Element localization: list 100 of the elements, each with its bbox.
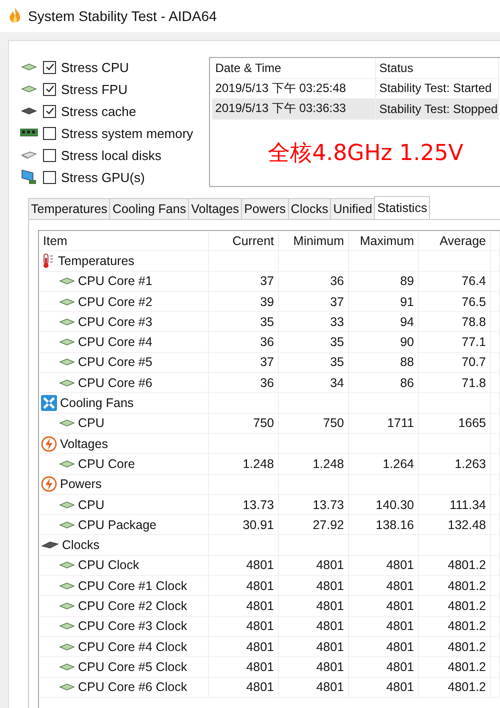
sensor-chip-icon	[59, 419, 75, 428]
sensor-label[interactable]: CPU Core	[78, 456, 135, 471]
table-cell: 34	[279, 373, 349, 392]
tab[interactable]: Unified	[330, 198, 376, 219]
table-cell: 89	[349, 272, 419, 291]
table-cell: 4801	[279, 657, 349, 677]
sensor-label[interactable]: CPU Core #3	[78, 314, 152, 329]
table-cell: Stability Test: Started	[376, 78, 499, 98]
sensor-label[interactable]: CPU Clock	[78, 558, 140, 572]
sensor-label[interactable]: CPU	[78, 416, 104, 430]
table-cell: 4801	[349, 576, 419, 596]
table-cell: 71.8	[419, 373, 491, 392]
table-cell: 4801.2	[419, 556, 491, 576]
sensor-label[interactable]: CPU Core #2 Clock	[78, 598, 188, 613]
table-cell: 76.5	[419, 292, 491, 312]
group-label[interactable]: Temperatures	[58, 254, 134, 268]
column-header[interactable]: Minimum	[279, 231, 349, 250]
table-cell: 750	[279, 414, 349, 433]
table-cell: 4801	[209, 636, 279, 656]
sensor-label[interactable]: CPU Package	[78, 518, 157, 532]
table-cell: 111.34	[419, 494, 491, 514]
sensor-label[interactable]: CPU Core #2	[78, 294, 152, 309]
window-title: System Stability Test - AIDA64	[28, 8, 217, 24]
sensor-label[interactable]: CPU Core #3 Clock	[78, 619, 188, 634]
sensor-chip-icon	[59, 520, 75, 529]
tab[interactable]: Statistics	[374, 196, 430, 219]
checkbox[interactable]	[43, 82, 56, 96]
checkbox[interactable]	[43, 60, 56, 74]
table-cell: 35	[279, 332, 349, 352]
checkbox[interactable]	[43, 104, 56, 118]
table-cell: 1.248	[279, 454, 349, 474]
sensor-label[interactable]: CPU Core #5	[78, 355, 152, 370]
checkbox-label[interactable]: Stress local disks	[61, 148, 162, 162]
table-cell: 1.263	[419, 454, 491, 474]
sensor-chip-icon	[59, 460, 75, 468]
checkbox[interactable]	[43, 148, 56, 162]
column-header[interactable]: Average	[419, 231, 491, 250]
table-cell: 91	[349, 292, 419, 312]
table-cell: 1665	[419, 414, 491, 433]
table-cell: 132.48	[419, 515, 491, 534]
table-cell: 94	[349, 312, 419, 332]
column-header[interactable]: Date & Time	[212, 58, 376, 78]
sensor-chip-icon	[59, 298, 75, 306]
column-header[interactable]: Item	[39, 231, 209, 250]
table-cell: 4801	[349, 596, 419, 616]
table-cell: 4801.2	[419, 576, 491, 596]
column-header[interactable]: Current	[209, 231, 279, 250]
group-label[interactable]: Voltages	[60, 436, 108, 451]
sensor-label[interactable]: CPU Core #5 Clock	[78, 660, 188, 674]
table-cell: 4801	[209, 616, 279, 636]
checkbox[interactable]	[43, 126, 56, 140]
table-cell: 2019/5/13 下午 03:36:33	[212, 99, 376, 118]
table-cell: 4801	[209, 678, 279, 697]
table-cell: 36	[209, 332, 279, 352]
table-cell: 36	[279, 272, 349, 291]
sensor-label[interactable]: CPU Core #4 Clock	[78, 640, 188, 654]
sensor-label[interactable]: CPU Core #1	[78, 274, 152, 288]
checkbox-label[interactable]: Stress CPU	[61, 60, 129, 74]
checkbox-label[interactable]: Stress GPU(s)	[61, 170, 145, 184]
table-cell: 1.248	[209, 454, 279, 474]
table-cell: 88	[349, 352, 419, 372]
table-cell: 37	[209, 272, 279, 291]
sensor-label[interactable]: CPU Core #6	[78, 376, 152, 390]
tab[interactable]: Cooling Fans	[109, 198, 190, 219]
column-header[interactable]: Status	[376, 58, 499, 78]
sensor-chip-icon	[59, 662, 75, 671]
tab[interactable]: Temperatures	[28, 198, 110, 219]
table-cell: 4801	[349, 616, 419, 636]
group-label[interactable]: Clocks	[62, 538, 100, 552]
sensor-chip-icon	[59, 338, 75, 346]
sensor-chip-icon	[59, 582, 75, 590]
checkbox-label[interactable]: Stress cache	[61, 104, 136, 118]
table-cell: 4801	[349, 657, 419, 677]
tab[interactable]: Clocks	[288, 198, 332, 219]
sensor-label[interactable]: CPU Core #4	[78, 335, 152, 350]
checkbox[interactable]	[43, 170, 56, 184]
sensor-label[interactable]: CPU Core #1 Clock	[78, 578, 188, 593]
table-cell: 76.4	[419, 272, 491, 291]
sensor-label[interactable]: CPU	[78, 498, 104, 512]
group-label[interactable]: Cooling Fans	[60, 396, 134, 410]
lightning-icon	[41, 476, 57, 492]
table-cell: 70.7	[419, 352, 491, 372]
sensor-label[interactable]: CPU Core #6 Clock	[78, 680, 188, 694]
sensor-chip-icon	[59, 318, 75, 326]
sensor-chip-icon	[59, 683, 75, 692]
checkbox-label[interactable]: Stress system memory	[61, 126, 194, 140]
table-cell: 138.16	[349, 515, 419, 534]
table-cell: 77.1	[419, 332, 491, 352]
tab[interactable]: Powers	[241, 198, 289, 219]
tab[interactable]: Voltages	[188, 198, 242, 219]
table-cell: 37	[279, 292, 349, 312]
log-row[interactable]: 2019/5/13 下午 03:36:33 Stability Test: Stopped	[212, 99, 499, 120]
table-cell: 4801.2	[419, 636, 491, 656]
sensor-chip-icon	[59, 500, 75, 508]
table-cell: 4801	[279, 576, 349, 596]
column-header[interactable]: Maximum	[349, 231, 419, 250]
table-cell: 4801	[279, 616, 349, 636]
sensor-chip-icon	[59, 561, 75, 570]
checkbox-label[interactable]: Stress FPU	[61, 82, 128, 96]
group-label[interactable]: Powers	[60, 477, 102, 492]
